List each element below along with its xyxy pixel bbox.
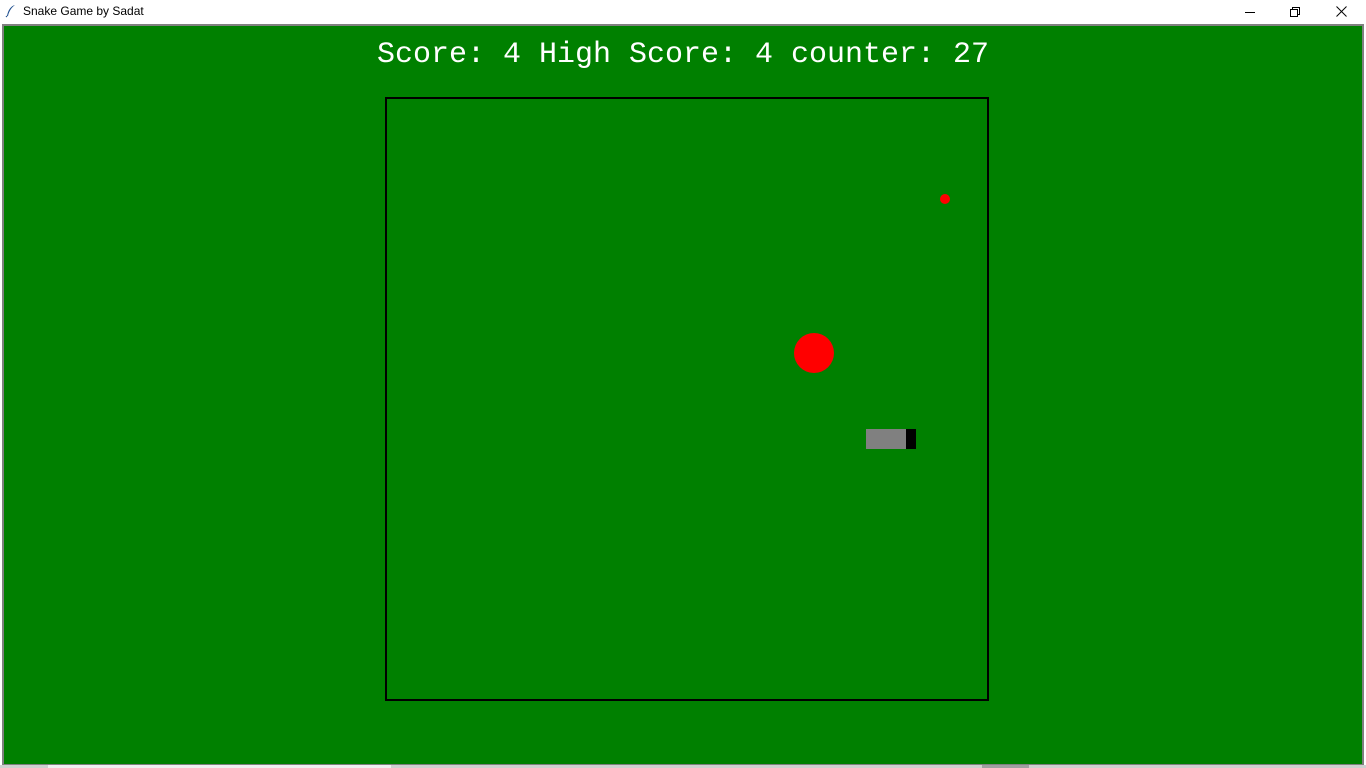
restore-icon bbox=[1290, 6, 1300, 17]
food bbox=[794, 333, 834, 373]
playfield-border bbox=[385, 97, 989, 701]
feather-icon bbox=[5, 5, 15, 18]
score-display: Score: 4 High Score: 4 counter: 27 bbox=[376, 38, 990, 72]
close-button[interactable] bbox=[1318, 0, 1364, 23]
minimize-icon bbox=[1245, 11, 1255, 13]
snake-body-segment bbox=[866, 429, 906, 449]
minimize-button[interactable] bbox=[1227, 0, 1273, 23]
window-title: Snake Game by Sadat bbox=[23, 4, 144, 18]
restore-button[interactable] bbox=[1272, 0, 1318, 23]
snake-head bbox=[906, 429, 916, 449]
title-bar[interactable]: Snake Game by Sadat bbox=[0, 0, 1366, 23]
bonus-food bbox=[940, 194, 950, 204]
close-icon bbox=[1335, 6, 1347, 17]
app-window: Snake Game by Sadat Score: 4 High Score:… bbox=[0, 0, 1366, 768]
